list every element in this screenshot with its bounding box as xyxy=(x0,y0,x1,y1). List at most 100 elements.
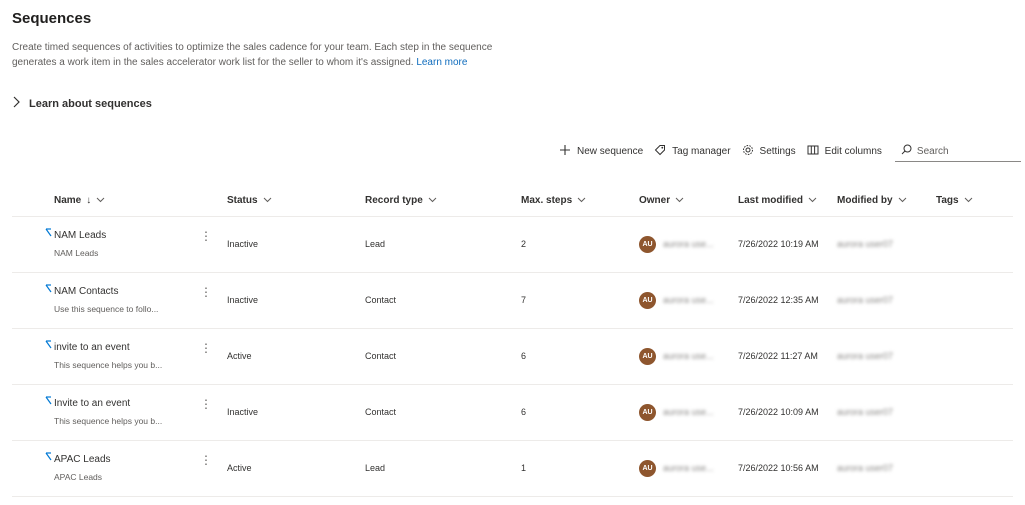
new-sequence-button[interactable]: New sequence xyxy=(559,144,643,159)
avatar: AU xyxy=(639,460,656,477)
avatar: AU xyxy=(639,404,656,421)
column-header-label: Record type xyxy=(365,195,423,206)
modified-by-cell[interactable]: aurora user07 xyxy=(837,351,893,361)
sequence-name-link[interactable]: Invite to an event xyxy=(54,398,130,409)
more-vertical-icon[interactable]: ⋮ xyxy=(200,285,212,299)
last-modified-cell: 7/26/2022 10:56 AM xyxy=(738,463,819,473)
learn-about-label: Learn about sequences xyxy=(29,97,152,110)
column-header-label: Name xyxy=(54,195,82,206)
command-bar: New sequence Tag manager Settings Edit c… xyxy=(559,141,1021,162)
page-description: Create timed sequences of activities to … xyxy=(12,40,512,70)
status-cell: Inactive xyxy=(227,295,259,305)
column-header-tags[interactable]: Tags xyxy=(936,195,973,206)
max-steps-cell: 7 xyxy=(521,295,527,305)
record-type-cell: Contact xyxy=(365,351,397,361)
columns-icon xyxy=(807,144,825,159)
status-cell: Active xyxy=(227,463,252,473)
more-vertical-icon[interactable]: ⋮ xyxy=(200,341,212,355)
column-header-max-steps[interactable]: Max. steps xyxy=(521,195,586,206)
record-type-cell: Contact xyxy=(365,295,397,305)
sequence-name-link[interactable]: NAM Contacts xyxy=(54,286,118,297)
max-steps-cell: 1 xyxy=(521,463,527,473)
table-row[interactable]: NAM Contacts Use this sequence to follo.… xyxy=(12,273,1013,329)
sequence-description: This sequence helps you b... xyxy=(54,416,163,426)
sequence-name-link[interactable]: NAM Leads xyxy=(54,230,106,241)
search-input[interactable] xyxy=(916,145,1012,157)
column-header-label: Last modified xyxy=(738,195,804,206)
sequence-description: Use this sequence to follo... xyxy=(54,304,159,314)
column-header-label: Max. steps xyxy=(521,195,573,206)
avatar: AU xyxy=(639,348,656,365)
status-cell: Inactive xyxy=(227,407,259,417)
modified-by-cell[interactable]: aurora user07 xyxy=(837,239,893,249)
record-type-cell: Lead xyxy=(365,239,386,249)
avatar: AU xyxy=(639,236,656,253)
max-steps-cell: 6 xyxy=(521,407,527,417)
table-row[interactable]: invite to an event This sequence helps y… xyxy=(12,329,1013,385)
status-cell: Inactive xyxy=(227,239,259,249)
table-row[interactable]: APAC Leads APAC Leads ⋮ Active Lead 1 AU… xyxy=(12,441,1013,497)
chevron-down-icon xyxy=(808,195,817,206)
more-vertical-icon[interactable]: ⋮ xyxy=(200,453,212,467)
column-header-label: Tags xyxy=(936,195,959,206)
chevron-down-icon xyxy=(964,195,973,206)
max-steps-cell: 6 xyxy=(521,351,527,361)
edit-columns-label: Edit columns xyxy=(824,146,882,157)
column-header-modified-by[interactable]: Modified by xyxy=(837,195,907,206)
plus-icon xyxy=(559,144,577,159)
column-header-record-type[interactable]: Record type xyxy=(365,195,437,206)
column-header-status[interactable]: Status xyxy=(227,195,272,206)
gear-icon xyxy=(742,144,760,159)
sequence-description: This sequence helps you b... xyxy=(54,360,163,370)
modified-by-cell[interactable]: aurora user07 xyxy=(837,407,893,417)
tag-icon xyxy=(654,144,672,159)
chevron-down-icon xyxy=(428,195,437,206)
tag-manager-label: Tag manager xyxy=(672,146,731,157)
sequence-name-link[interactable]: APAC Leads xyxy=(54,454,111,465)
record-type-cell: Lead xyxy=(365,463,386,473)
column-header-owner[interactable]: Owner xyxy=(639,195,684,206)
last-modified-cell: 7/26/2022 11:27 AM xyxy=(738,351,818,361)
max-steps-cell: 2 xyxy=(521,239,527,249)
owner-name[interactable]: aurora use... xyxy=(663,463,714,473)
chevron-down-icon xyxy=(96,195,105,206)
owner-name[interactable]: aurora use... xyxy=(663,351,714,361)
chevron-down-icon xyxy=(263,195,272,206)
settings-label: Settings xyxy=(759,146,796,157)
sort-descending-icon: ↓ xyxy=(86,195,92,206)
sequence-description: APAC Leads xyxy=(54,472,103,482)
sequence-name-link[interactable]: invite to an event xyxy=(54,342,130,353)
last-modified-cell: 7/26/2022 12:35 AM xyxy=(738,295,819,305)
owner-name[interactable]: aurora use... xyxy=(663,295,714,305)
chevron-right-icon xyxy=(12,96,29,111)
modified-by-cell[interactable]: aurora user07 xyxy=(837,295,893,305)
column-header-label: Modified by xyxy=(837,195,893,206)
tag-manager-button[interactable]: Tag manager xyxy=(654,144,731,159)
more-vertical-icon[interactable]: ⋮ xyxy=(200,229,212,243)
owner-name[interactable]: aurora use... xyxy=(663,239,714,249)
new-sequence-label: New sequence xyxy=(577,146,644,157)
learn-more-link[interactable]: Learn more xyxy=(416,57,467,68)
table-row[interactable]: NAM Leads NAM Leads ⋮ Inactive Lead 2 AU… xyxy=(12,217,1013,273)
last-modified-cell: 7/26/2022 10:19 AM xyxy=(738,239,819,249)
sequence-description: NAM Leads xyxy=(54,248,99,258)
column-header-name[interactable]: Name ↓ xyxy=(54,195,105,206)
learn-about-sequences-toggle[interactable]: Learn about sequences xyxy=(12,96,152,111)
edit-columns-button[interactable]: Edit columns xyxy=(807,144,882,159)
column-header-label: Status xyxy=(227,195,258,206)
settings-button[interactable]: Settings xyxy=(742,144,796,159)
search-box xyxy=(894,141,1021,162)
chevron-down-icon xyxy=(577,195,586,206)
search-icon xyxy=(901,144,917,158)
owner-name[interactable]: aurora use... xyxy=(663,407,714,417)
avatar: AU xyxy=(639,292,656,309)
chevron-down-icon xyxy=(898,195,907,206)
table-row[interactable]: Invite to an event This sequence helps y… xyxy=(12,385,1013,441)
column-header-last-modified[interactable]: Last modified xyxy=(738,195,817,206)
last-modified-cell: 7/26/2022 10:09 AM xyxy=(738,407,819,417)
more-vertical-icon[interactable]: ⋮ xyxy=(200,397,212,411)
modified-by-cell[interactable]: aurora user07 xyxy=(837,463,893,473)
status-cell: Active xyxy=(227,351,252,361)
column-header-label: Owner xyxy=(639,195,671,206)
chevron-down-icon xyxy=(675,195,684,206)
